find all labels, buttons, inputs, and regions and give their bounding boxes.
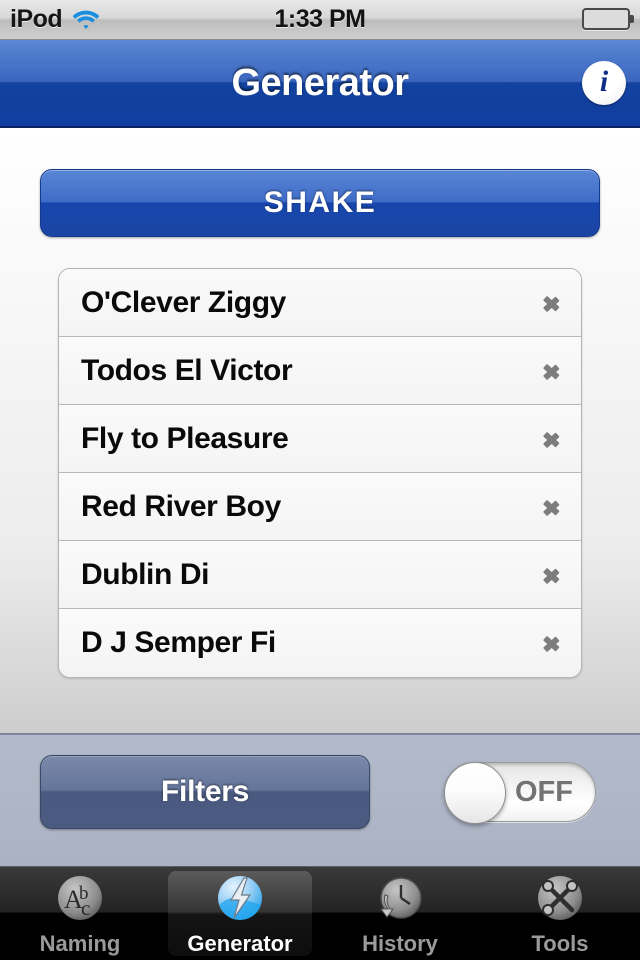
chevron-right-icon <box>543 627 563 659</box>
chevron-right-icon <box>543 491 563 523</box>
list-item[interactable]: O'Clever Ziggy <box>59 269 581 337</box>
status-bar-right <box>582 8 634 30</box>
list-item[interactable]: Red River Boy <box>59 473 581 541</box>
list-item-label: D J Semper Fi <box>81 626 276 659</box>
clock-arrow-icon <box>371 871 429 929</box>
page-title: Generator <box>231 61 409 104</box>
tab-label-naming: Naming <box>39 930 121 956</box>
list-item[interactable]: Fly to Pleasure <box>59 405 581 473</box>
shake-button[interactable]: SHAKE <box>40 169 600 237</box>
chevron-right-icon <box>543 423 563 455</box>
shake-button-label: SHAKE <box>263 186 377 219</box>
chevron-right-icon <box>543 355 563 387</box>
status-bar: iPod 1:33 PM <box>0 0 640 40</box>
generated-names-list: O'Clever Ziggy Todos El Victor Fly to Pl… <box>58 268 582 678</box>
tab-history[interactable]: History <box>320 867 480 960</box>
list-item[interactable]: Todos El Victor <box>59 337 581 405</box>
list-item-label: Todos El Victor <box>81 353 293 387</box>
tab-naming[interactable]: A b c Naming <box>0 867 160 960</box>
tab-label-history: History <box>362 930 438 956</box>
list-item-label: Red River Boy <box>81 489 281 523</box>
navigation-bar: Generator i <box>0 40 640 128</box>
info-icon: i <box>599 65 609 98</box>
clock-label: 1:33 PM <box>274 5 366 33</box>
battery-icon <box>582 8 634 30</box>
content-area: SHAKE O'Clever Ziggy Todos El Victor Fly… <box>0 128 640 733</box>
tab-generator[interactable]: Generator <box>160 867 320 960</box>
list-item-label: O'Clever Ziggy <box>81 285 286 319</box>
filters-button[interactable]: Filters <box>40 755 370 829</box>
chevron-right-icon <box>543 559 563 591</box>
filters-toggle[interactable]: OFF <box>444 762 596 824</box>
info-button[interactable]: i <box>582 61 626 105</box>
toggle-knob[interactable] <box>444 762 506 824</box>
filters-button-label: Filters <box>161 775 249 808</box>
lightning-bolt-icon <box>211 871 269 929</box>
tab-label-generator: Generator <box>187 930 293 956</box>
tab-label-tools: Tools <box>531 930 589 956</box>
list-item-label: Fly to Pleasure <box>81 421 289 455</box>
chevron-right-icon <box>543 287 563 319</box>
filters-toggle-label: OFF <box>515 775 573 808</box>
svg-text:c: c <box>81 896 90 920</box>
tab-bar: A b c Naming Generator History Tools <box>0 866 640 960</box>
app-screen: iPod 1:33 PM Generator i SHAKE O'Clever … <box>0 0 640 960</box>
abc-circle-icon: A b c <box>51 871 109 929</box>
list-item-label: Dublin Di <box>81 557 210 591</box>
list-item[interactable]: Dublin Di <box>59 541 581 609</box>
tab-tools[interactable]: Tools <box>480 867 640 960</box>
list-item[interactable]: D J Semper Fi <box>59 609 581 677</box>
hammer-wrench-icon <box>531 871 589 929</box>
bottom-toolbar: Filters OFF <box>0 733 640 866</box>
